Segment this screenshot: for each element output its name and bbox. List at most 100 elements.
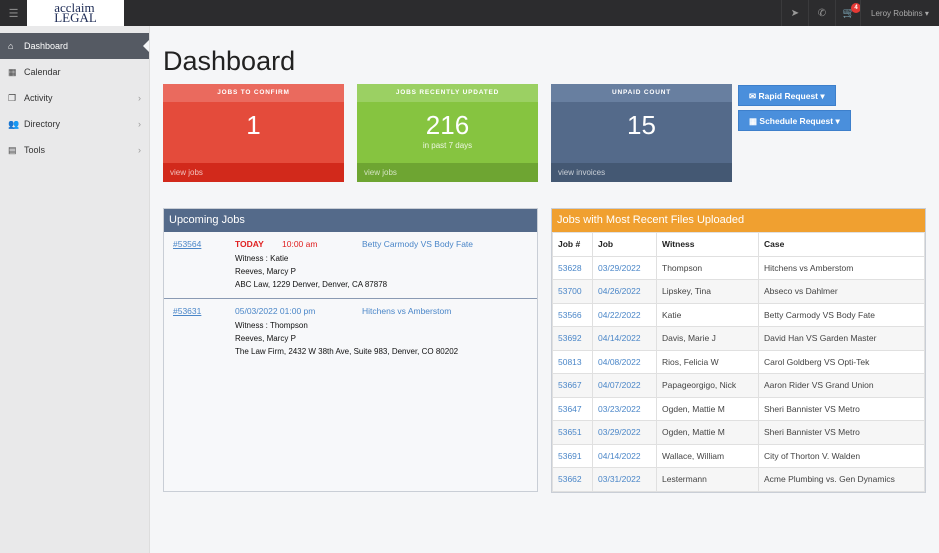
page-title: Dashboard <box>163 46 296 76</box>
job-date-link[interactable]: 04/14/2022 <box>592 443 657 468</box>
job-number-link[interactable]: 53647 <box>552 396 593 421</box>
witness-cell: Wallace, William <box>656 443 759 468</box>
witness-cell: Papageorgigo, Nick <box>656 373 759 398</box>
calendar-icon: ▦ <box>749 116 758 126</box>
column-header: Case <box>758 232 925 257</box>
job-number-link[interactable]: 53667 <box>552 373 593 398</box>
job-reporter: Reeves, Marcy P <box>235 334 296 343</box>
view-jobs-link[interactable]: view jobs <box>357 163 538 182</box>
job-case-link[interactable]: Hitchens vs Amberstom <box>362 306 451 316</box>
witness-cell: Davis, Marie J <box>656 326 759 351</box>
panel-title: Jobs with Most Recent Files Uploaded <box>552 209 925 232</box>
job-date-link[interactable]: 03/31/2022 <box>592 467 657 492</box>
card-title: JOBS RECENTLY UPDATED <box>357 84 538 102</box>
column-header: Job # <box>552 232 593 257</box>
job-number-link[interactable]: 53692 <box>552 326 593 351</box>
job-reporter: Reeves, Marcy P <box>235 267 296 276</box>
recent-files-table: Job # Job Witness Case 53628 03/29/2022 Th… <box>552 232 925 492</box>
button-label: Rapid Request <box>758 91 819 101</box>
witness-cell: Katie <box>656 302 759 327</box>
column-header: Job <box>592 232 657 257</box>
recent-files-panel: Jobs with Most Recent Files Uploaded Job… <box>551 208 926 493</box>
sidebar-item-activity[interactable]: ❐ Activity › <box>0 85 149 111</box>
sidebar-item-label: Directory <box>24 119 61 129</box>
witness-cell: Lestermann <box>656 467 759 492</box>
logo[interactable]: acclaim LEGAL <box>27 0 124 26</box>
job-date-link[interactable]: 04/14/2022 <box>592 326 657 351</box>
job-date-link[interactable]: 04/07/2022 <box>592 373 657 398</box>
job-witness: Witness : Thompson <box>235 321 308 330</box>
case-cell: Sheri Bannister VS Metro <box>758 396 925 421</box>
job-date-link[interactable]: 03/29/2022 <box>592 255 657 280</box>
table-row: 53628 03/29/2022 Thompson Hitchens vs Amber… <box>552 255 925 280</box>
home-icon: ⌂ <box>8 41 14 51</box>
case-cell: Carol Goldberg VS Opti-Tek <box>758 349 925 374</box>
card-value: 15 <box>627 110 656 140</box>
table-row: 53647 03/23/2022 Ogden, Mattie M Sheri Bann… <box>552 396 925 421</box>
sidebar-item-label: Dashboard <box>24 41 69 51</box>
envelope-icon: ✉ <box>749 91 757 101</box>
witness-cell: Thompson <box>656 255 759 280</box>
job-number-link[interactable]: 53662 <box>552 467 593 492</box>
job-date-link[interactable]: 04/08/2022 <box>592 349 657 374</box>
schedule-request-button[interactable]: ▦ Schedule Request ▾ <box>738 110 851 131</box>
job-location: ABC Law, 1229 Denver, Denver, CA 87878 <box>235 280 388 289</box>
witness-cell: Lipskey, Tina <box>656 279 759 304</box>
witness-cell: Rios, Felicia W <box>656 349 759 374</box>
table-row: 50813 04/08/2022 Rios, Felicia W Carol Gold… <box>552 349 925 374</box>
job-number-link[interactable]: 53700 <box>552 279 593 304</box>
card-value: 216 <box>425 110 470 140</box>
table-row: 53667 04/07/2022 Papageorgigo, Nick Aaron R… <box>552 373 925 398</box>
job-number-link[interactable]: 53566 <box>552 302 593 327</box>
column-header: Witness <box>656 232 759 257</box>
witness-cell: Ogden, Mattie M <box>656 396 759 421</box>
calendar-icon: ▦ <box>8 66 17 77</box>
job-number-link[interactable]: 53628 <box>552 255 593 280</box>
job-date-link[interactable]: 04/26/2022 <box>592 279 657 304</box>
job-date-link[interactable]: 03/23/2022 <box>592 396 657 421</box>
jobs-recently-updated-card: JOBS RECENTLY UPDATED 216 in past 7 days… <box>357 84 538 182</box>
job-location: The Law Firm, 2432 W 38th Ave, Suite 983… <box>235 347 459 356</box>
jobs-to-confirm-card: JOBS TO CONFIRM 1 view jobs <box>163 84 344 182</box>
files-icon: ❐ <box>8 92 17 103</box>
rapid-request-button[interactable]: ✉ Rapid Request ▾ <box>738 85 836 106</box>
job-case-link[interactable]: Betty Carmody VS Body Fate <box>362 239 473 249</box>
table-row: 53692 04/14/2022 Davis, Marie J David Han V… <box>552 326 925 351</box>
witness-cell: Ogden, Mattie M <box>656 420 759 445</box>
chevron-right-icon: › <box>138 145 141 155</box>
user-name: Leroy Robbins <box>871 9 923 18</box>
sidebar-item-calendar[interactable]: ▦ Calendar <box>0 59 149 85</box>
case-cell: Sheri Bannister VS Metro <box>758 420 925 445</box>
location-arrow-icon[interactable]: ➤ <box>781 0 808 26</box>
menu-toggle-icon[interactable]: ☰ <box>0 0 27 26</box>
job-date-link[interactable]: 04/22/2022 <box>592 302 657 327</box>
card-subtitle: in past 7 days <box>422 141 473 150</box>
phone-icon[interactable]: ✆ <box>808 0 835 26</box>
table-row: 53566 04/22/2022 Katie Betty Carmody VS Bod… <box>552 302 925 327</box>
upcoming-job-item: #53631 05/03/2022 01:00 pm Hitchens vs A… <box>164 299 537 366</box>
job-date-link[interactable]: 03/29/2022 <box>592 420 657 445</box>
view-invoices-link[interactable]: view invoices <box>551 163 732 182</box>
job-id-link[interactable]: #53564 <box>173 239 201 249</box>
case-cell: Acme Plumbing vs. Gen Dynamics <box>758 467 925 492</box>
job-number-link[interactable]: 50813 <box>552 349 593 374</box>
case-cell: Betty Carmody VS Body Fate <box>758 302 925 327</box>
sidebar-item-dashboard[interactable]: ⌂ Dashboard <box>0 33 149 59</box>
sidebar: ⌂ Dashboard ▦ Calendar ❐ Activity › 👥 Directo… <box>0 26 150 553</box>
job-number-link[interactable]: 53651 <box>552 420 593 445</box>
chevron-right-icon: › <box>138 119 141 129</box>
job-date: TODAY <box>235 239 264 249</box>
sidebar-item-directory[interactable]: 👥 Directory › <box>0 111 149 137</box>
cart-icon[interactable]: 🛒 4 <box>835 0 862 26</box>
sidebar-item-tools[interactable]: ▤ Tools › <box>0 137 149 163</box>
case-cell: Aaron Rider VS Grand Union <box>758 373 925 398</box>
sidebar-item-label: Activity <box>24 93 53 103</box>
user-menu[interactable]: Leroy Robbins ▾ <box>860 0 929 26</box>
upcoming-jobs-panel: Upcoming Jobs #53564 TODAY 10:00 am Bett… <box>163 208 538 492</box>
job-number-link[interactable]: 53691 <box>552 443 593 468</box>
job-witness: Witness : Katie <box>235 254 289 263</box>
view-jobs-link[interactable]: view jobs <box>163 163 344 182</box>
sidebar-item-label: Tools <box>24 145 46 155</box>
chevron-right-icon: › <box>138 93 141 103</box>
job-id-link[interactable]: #53631 <box>173 306 201 316</box>
